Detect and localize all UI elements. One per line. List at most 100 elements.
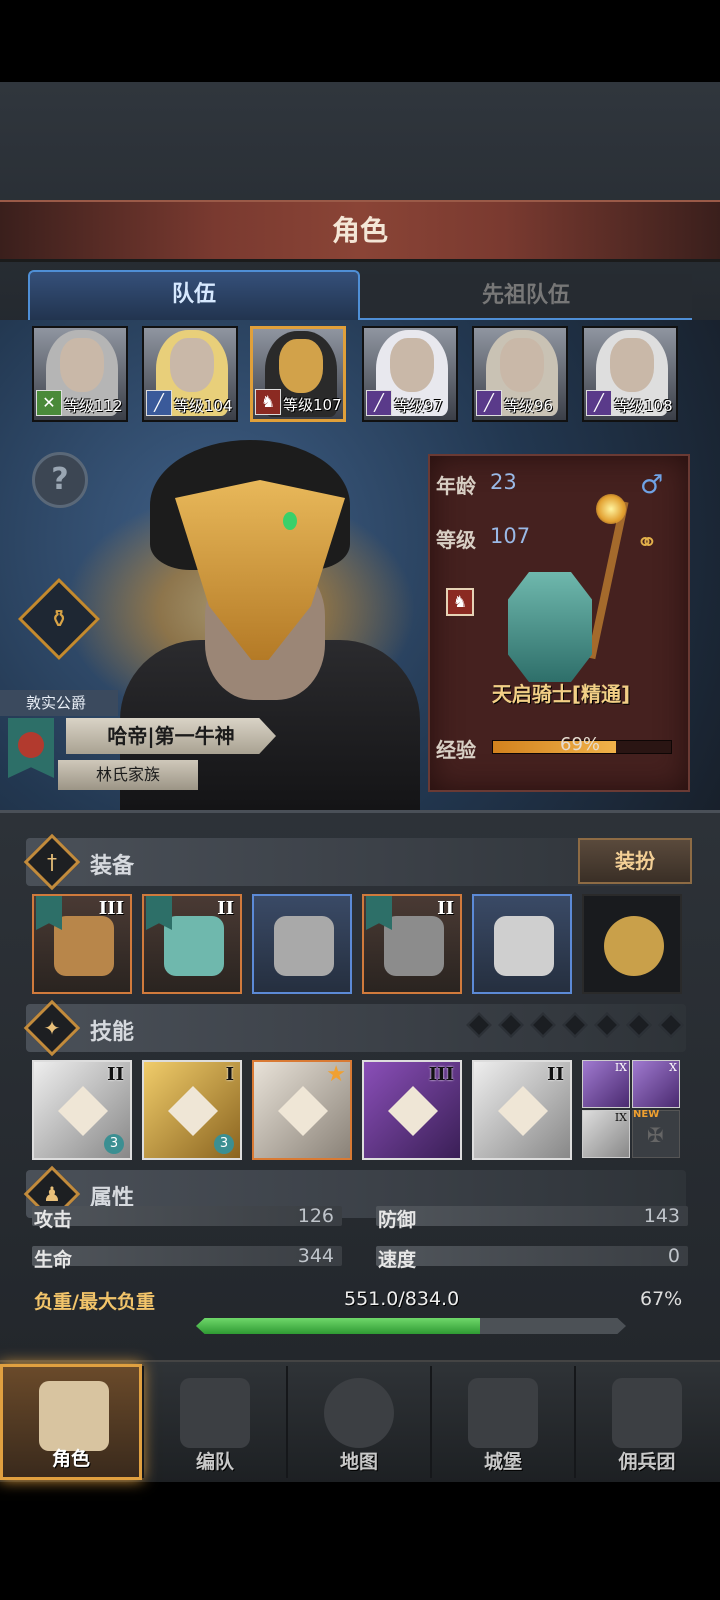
family-name: 林氏家族 <box>58 760 198 790</box>
portrait-face <box>170 338 214 392</box>
mini-skill-empty[interactable]: NEW ✠ <box>632 1109 680 1158</box>
defense-value: 143 <box>643 1205 680 1227</box>
mini-skill-3[interactable]: IX <box>582 1110 630 1158</box>
tier-label: IX <box>614 1061 627 1074</box>
tier-label: II <box>217 898 234 919</box>
staff-icon: ╱ <box>366 390 392 416</box>
nav-castle[interactable]: 城堡 <box>432 1364 574 1480</box>
level-label: 等级 <box>436 528 476 552</box>
skill-3[interactable]: ★ <box>252 1060 352 1160</box>
equip-slot-shield[interactable]: II <box>142 894 242 994</box>
dress-up-button[interactable]: 装扮 <box>578 838 692 884</box>
hero-name[interactable]: 哈帝|第一牛神 <box>66 718 276 754</box>
nav-label: 城堡 <box>483 1451 522 1473</box>
portrait-face <box>500 338 544 392</box>
page-title: 角色 <box>0 200 720 262</box>
tier-label: II <box>107 1064 124 1085</box>
team-member-4[interactable]: ╱ 等级97 <box>362 326 458 422</box>
crystal-arm-skill-icon <box>498 1086 548 1136</box>
nav-label: 地图 <box>339 1451 378 1473</box>
team-member-2[interactable]: ╱ 等级104 <box>142 326 238 422</box>
age-value: 23 <box>490 470 517 494</box>
compass-amulet-icon <box>604 916 664 976</box>
portrait-face <box>610 338 654 392</box>
exp-label: 经验 <box>436 738 476 762</box>
equip-slot-armor[interactable]: II <box>362 894 462 994</box>
skills-title: 技能 <box>90 1020 135 1045</box>
nav-label: 角色 <box>51 1448 90 1470</box>
help-question-icon[interactable]: ? <box>32 452 88 508</box>
skill-2[interactable]: I 3 <box>142 1060 242 1160</box>
tier-label: I <box>225 1064 234 1085</box>
team-member-1[interactable]: ✕ 等级112 <box>32 326 128 422</box>
skill-5[interactable]: II <box>472 1060 572 1160</box>
rank-title: 敦实公爵 <box>0 690 118 716</box>
ring-icon[interactable]: ⚭ <box>636 528 658 558</box>
member-level: 等级96 <box>504 397 554 415</box>
equipment-title: 装备 <box>90 854 135 879</box>
crystal-arm-skill-icon <box>388 1086 438 1136</box>
sword-icon: ✕ <box>36 390 62 416</box>
mini-skill-2[interactable]: X <box>632 1060 680 1108</box>
team-member-5[interactable]: ╱ 等级96 <box>472 326 568 422</box>
member-level: 等级107 <box>283 396 342 414</box>
shield-icon <box>164 916 224 976</box>
load-label: 负重/最大负重 <box>34 1291 155 1313</box>
family-flag-icon <box>366 896 392 930</box>
level-value: 107 <box>490 524 531 548</box>
compass-map-icon <box>324 1378 394 1448</box>
cross-icon: ✠ <box>647 1123 664 1147</box>
nav-label: 佣兵团 <box>618 1451 676 1473</box>
team-member-6[interactable]: ╱ 等级108 <box>582 326 678 422</box>
horse-icon: ♞ <box>255 389 281 415</box>
potion-icon: ⚱ <box>48 605 70 633</box>
equip-slot-gauntlet[interactable]: III <box>32 894 132 994</box>
load-value: 551.0/834.0 <box>344 1288 460 1310</box>
equip-slot-amulet[interactable] <box>582 894 682 994</box>
armor-icon <box>384 916 444 976</box>
staff-icon: ╱ <box>586 390 612 416</box>
mask-gem <box>283 512 297 530</box>
new-badge: NEW <box>633 1109 660 1120</box>
crystal-drain-skill-icon <box>58 1086 108 1136</box>
star-icon: ✦ <box>43 1016 61 1040</box>
equip-slot-helmet[interactable] <box>252 894 352 994</box>
spear-icon: ╱ <box>146 390 172 416</box>
class-shield-icon <box>508 572 592 682</box>
tier-label: III <box>98 898 124 919</box>
skill-count: 3 <box>214 1134 234 1154</box>
member-level: 等级108 <box>614 397 673 415</box>
shield-cross-skill-icon <box>168 1086 218 1136</box>
nav-character[interactable]: 角色 <box>0 1364 142 1480</box>
tab-team[interactable]: 队伍 <box>28 270 360 320</box>
skill-4[interactable]: III <box>362 1060 462 1160</box>
tier-label: X <box>669 1061 677 1074</box>
nav-map[interactable]: 地图 <box>288 1364 430 1480</box>
crystal-wing-skill-icon <box>278 1086 328 1136</box>
portrait-face <box>279 339 323 393</box>
life-value: 344 <box>297 1245 334 1267</box>
age-label: 年龄 <box>436 474 476 498</box>
helmet-icon <box>274 916 334 976</box>
castle-icon <box>468 1378 538 1448</box>
skill-1[interactable]: II 3 <box>32 1060 132 1160</box>
equipment-section-badge: † <box>23 833 81 891</box>
nav-mercenary[interactable]: 佣兵团 <box>576 1364 718 1480</box>
boots-icon <box>494 916 554 976</box>
tier-label: III <box>428 1064 454 1085</box>
speed-value: 0 <box>667 1245 680 1267</box>
tab-ancestor-team[interactable]: 先祖队伍 <box>360 274 692 320</box>
class-name[interactable]: 天启骑士[精通] <box>436 678 686 707</box>
portrait-face <box>390 338 434 392</box>
banner-sun-emblem <box>18 732 44 758</box>
star-icon: ★ <box>326 1062 346 1087</box>
skill-count: 3 <box>104 1134 124 1154</box>
mini-skill-1[interactable]: IX <box>582 1060 630 1108</box>
member-level: 等级104 <box>174 397 233 415</box>
team-member-3-selected[interactable]: ♞ 等级107 <box>250 326 346 422</box>
skills-section-badge: ✦ <box>23 999 81 1057</box>
nav-formation[interactable]: 编队 <box>144 1364 286 1480</box>
tier-label: II <box>547 1064 564 1085</box>
nav-label: 编队 <box>195 1451 234 1473</box>
equip-slot-boots[interactable] <box>472 894 572 994</box>
